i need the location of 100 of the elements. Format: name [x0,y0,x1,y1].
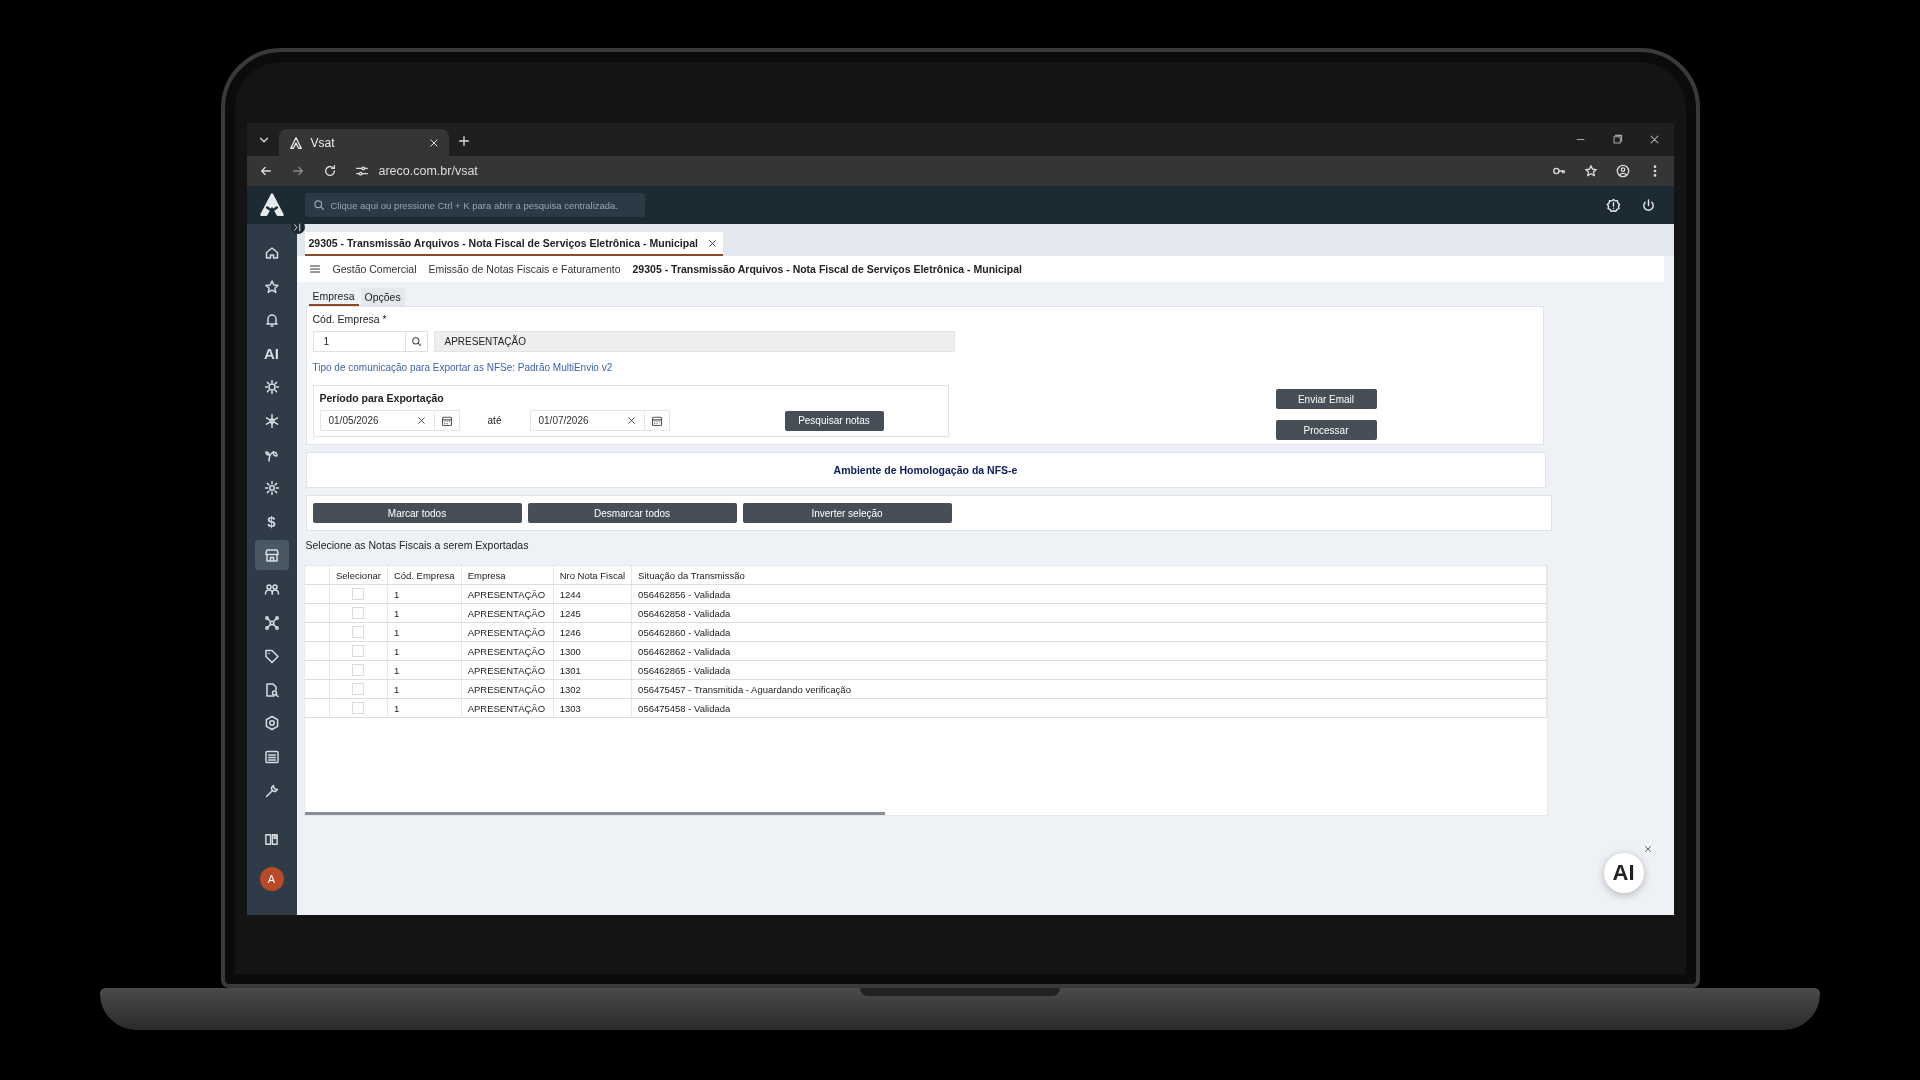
clear-icon[interactable] [416,416,426,425]
search-icon [410,336,422,347]
search-notes-button[interactable]: Pesquisar notas [784,410,884,431]
table-cell: 1 [387,603,462,623]
assistant-button[interactable]: AI [1603,853,1644,893]
table-cell: 1301 [553,660,632,680]
checkbox[interactable] [352,607,365,620]
star-icon[interactable] [263,278,280,295]
column-header[interactable]: Nro Nota Fiscal [553,566,632,585]
home-icon[interactable] [263,245,280,261]
breadcrumb-item[interactable]: Gestão Comercial [332,263,417,275]
date-field[interactable]: 01/05/2026 [319,410,435,431]
table-cell: 056462862 - Validada [631,641,1546,661]
table-cell: APRESENTAÇÃO [461,698,554,718]
table-cell: 1 [387,584,462,604]
action-button[interactable]: Processar [1275,420,1377,440]
sun-icon[interactable] [263,379,280,396]
restore-icon[interactable] [1611,134,1623,145]
profile-icon[interactable] [1615,164,1630,178]
document-search-icon[interactable] [263,681,280,698]
checkbox[interactable] [352,683,365,696]
user-avatar[interactable]: A [259,867,284,891]
close-icon[interactable] [1643,845,1652,853]
document-tab[interactable]: 29305 - Transmissão Arquivos - Nota Fiscal de Serviços Eletrônica - Municipal [304,232,723,256]
selection-button[interactable]: Desmarcar todos [527,503,737,523]
column-header[interactable]: Cód. Empresa [387,566,462,585]
table-cell: APRESENTAÇÃO [461,641,554,661]
forward-arrow-icon[interactable] [290,164,305,178]
range-separator: até [486,415,503,426]
table-cell: 056462858 - Validada [631,603,1546,623]
wrench-icon[interactable] [263,782,280,799]
menu-item[interactable]: $ [254,506,289,537]
new-tab-icon[interactable] [456,133,471,148]
alert-badge-icon[interactable] [1605,197,1621,213]
calendar-icon [440,414,453,427]
table-cell: APRESENTAÇÃO [461,679,554,699]
table-cell: APRESENTAÇÃO [461,603,554,623]
list-icon[interactable] [263,748,280,765]
breadcrumb-item[interactable]: Emissão de Notas Fiscais e Faturamento [428,263,621,275]
scrollbar-thumb[interactable] [304,812,885,815]
selection-button[interactable]: Marcar todos [312,503,522,523]
info-text: Tipo de comunicação para Exportar as NFSe: Padrão MultiEnvio v2 [312,362,614,373]
book-icon[interactable] [264,832,279,847]
hexagon-gear-icon[interactable] [263,715,280,732]
close-icon[interactable] [707,238,717,248]
calendar-button[interactable] [644,410,670,431]
checkbox[interactable] [352,645,365,658]
site-settings-icon[interactable] [354,164,369,178]
expand-icon [293,222,302,232]
field-label: Cód. Empresa * [312,313,388,325]
url-text[interactable]: areco.com.br/vsat [378,164,478,178]
table-cell: APRESENTAÇÃO [461,622,554,642]
search-field[interactable]: Clique aqui ou pressione Ctrl + K para abrir a pesquisa centralizada. [304,193,645,217]
table-cell: 1 [387,698,462,718]
back-arrow-icon[interactable] [258,164,273,178]
calendar-button[interactable] [434,410,460,431]
bell-icon[interactable] [263,312,280,329]
star-icon[interactable] [1583,164,1598,178]
reload-icon[interactable] [322,164,337,178]
table-cell: 056475458 - Validada [631,698,1546,718]
collapse-toggle[interactable] [290,220,305,234]
mountain-logo-icon[interactable] [258,192,285,218]
table-cell: 056462856 - Validada [631,584,1546,604]
table-cell: 1245 [553,603,632,623]
calendar-icon [650,414,663,427]
company-code-field[interactable]: 1 [312,331,428,352]
table-cell: 1 [387,622,462,642]
search-icon [312,199,325,211]
checkbox[interactable] [352,702,365,715]
date-field[interactable]: 01/07/2026 [529,410,645,431]
checkbox[interactable] [352,626,365,639]
table-cell: 1246 [553,622,632,642]
network-icon[interactable] [263,614,280,631]
table-cell: 1303 [553,698,632,718]
table-cell: 1 [387,679,462,699]
browser-tab[interactable]: Vsat [278,129,449,156]
checkbox[interactable] [352,588,365,601]
table-caption: Selecione as Notas Fiscais a serem Exportadas [305,539,530,551]
table-cell: 056462860 - Validada [631,622,1546,642]
table-cell: 1300 [553,641,632,661]
form-tab[interactable]: Opções [360,288,405,306]
column-header[interactable]: Empresa [461,566,554,585]
checkbox[interactable] [352,664,365,677]
close-icon[interactable] [1648,134,1660,145]
selection-button[interactable]: Inverter seleção [742,503,952,523]
clear-icon[interactable] [626,416,636,425]
column-header[interactable]: Situação da Transmissão [631,566,1546,585]
column-header[interactable]: Selecionar [329,566,388,585]
table-cell: 056462865 - Validada [631,660,1546,680]
snowflake-icon[interactable] [263,412,280,429]
table-cell: 1244 [553,584,632,604]
store-icon[interactable] [263,547,280,564]
section-title: Período para Exportação [319,392,445,404]
breadcrumb-item: 29305 - Transmissão Arquivos - Nota Fiscal de Serviços Eletrônica - Municipal [632,263,1022,275]
table-cell: APRESENTAÇÃO [461,660,554,680]
power-icon[interactable] [1640,197,1656,213]
action-button[interactable]: Enviar Email [1275,389,1377,409]
menu-item[interactable]: AI [254,338,289,369]
menu-icon[interactable] [308,263,321,275]
tag-icon[interactable] [263,648,280,665]
